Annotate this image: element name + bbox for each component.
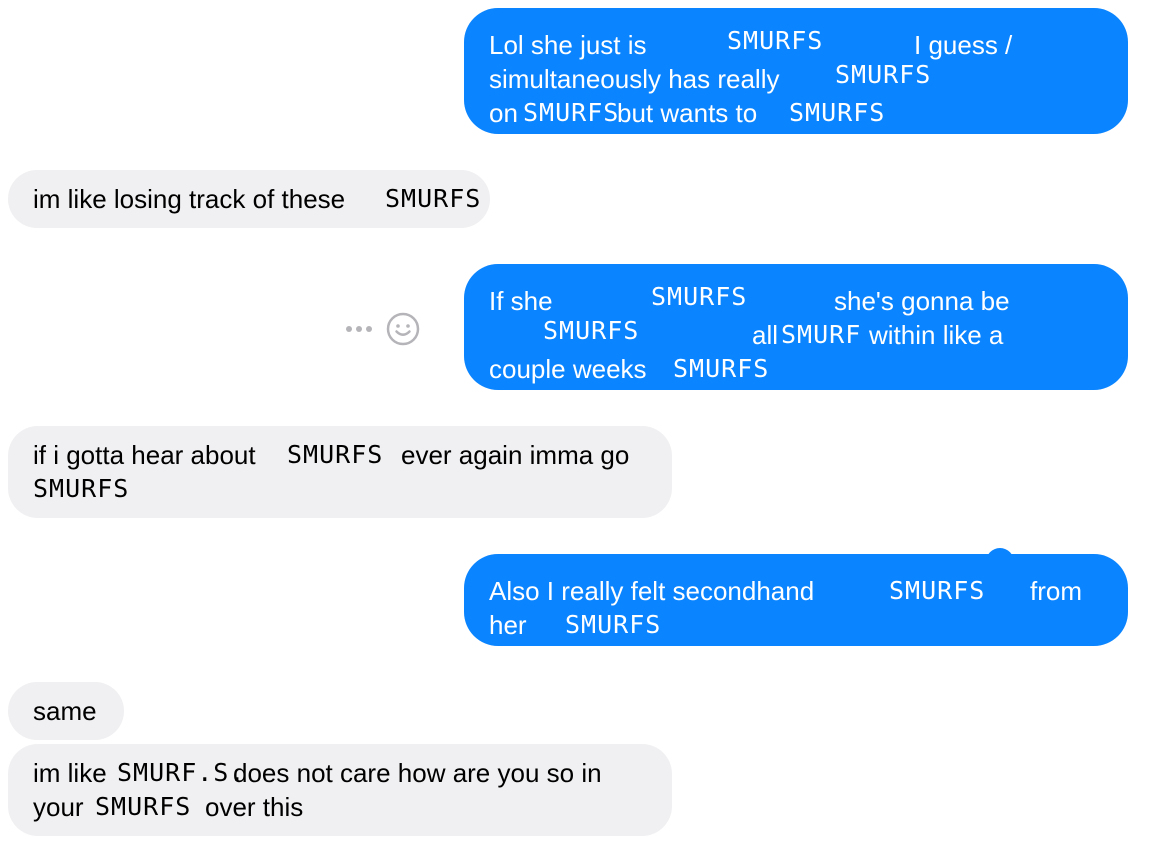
message-line: her SMURFS — [489, 608, 1103, 642]
redacted-word: SMURFS — [385, 184, 482, 213]
message-line: couple weeks SMURFS — [489, 352, 1103, 386]
message-line: Also I really felt secondhand SMURFS fro… — [489, 574, 1103, 608]
message-text: im like losing track of these — [33, 184, 346, 214]
message-line: Lol she just is SMURFS I guess / — [489, 26, 1103, 62]
message-actions — [346, 312, 420, 346]
message-bubble-received[interactable]: if i gotta hear about SMURFS ever again … — [8, 426, 672, 518]
message-bubble-received[interactable]: im like losing track of these SMURFS — [8, 170, 490, 228]
message-text: Also I really felt secondhand — [489, 576, 815, 606]
message-bubble-sent[interactable]: Also I really felt secondhand SMURFS fro… — [464, 554, 1128, 646]
message-line: im like SMURF.S. does not care how are y… — [33, 756, 647, 790]
redacted-word: SMURFS — [287, 440, 384, 469]
message-bubble-received[interactable]: same — [8, 682, 124, 740]
message-line: same — [33, 694, 99, 728]
redacted-word: SMURFS — [651, 282, 748, 311]
message-line: on SMURFS but wants to SMURFS — [489, 96, 1103, 130]
message-line: SMURFS — [33, 472, 647, 506]
message-text: over this — [205, 792, 304, 822]
message-line: if i gotta hear about SMURFS ever again … — [33, 438, 647, 472]
redacted-word: SMURFS — [673, 354, 770, 383]
redacted-word: SMURFS — [789, 98, 886, 127]
redacted-word: SMURFS — [565, 610, 662, 639]
message-text: couple weeks — [489, 354, 647, 384]
message-bubble-sent[interactable]: Lol she just is SMURFS I guess / simulta… — [464, 8, 1128, 134]
smiley-icon[interactable] — [386, 312, 420, 346]
message-text: but wants to — [617, 98, 758, 128]
redacted-word: SMURFS — [889, 576, 986, 605]
redacted-word: SMURFS — [835, 60, 932, 89]
message-line: SMURFS all SMURF within like a — [489, 316, 1103, 352]
message-text: Lol she just is — [489, 30, 647, 60]
message-line: your SMURFS over this — [33, 790, 647, 824]
redacted-word: SMURFS — [33, 474, 130, 503]
message-text: within like a — [869, 320, 1004, 350]
message-bubble-sent[interactable]: If she SMURFS she's gonna be SMURFS all … — [464, 264, 1128, 390]
redacted-word: SMURFS — [95, 792, 192, 821]
message-text: If she — [489, 286, 553, 316]
redacted-word: SMURFS — [523, 98, 620, 127]
message-text: does not care how are you so in — [233, 758, 602, 788]
redacted-word: SMURF.S. — [117, 758, 246, 787]
message-text: simultaneously has really — [489, 64, 780, 94]
more-dots-icon[interactable] — [346, 326, 372, 332]
message-text: ever again imma go — [401, 440, 630, 470]
message-text: on — [489, 98, 518, 128]
message-text: she's gonna be — [834, 286, 1010, 316]
message-text: if i gotta hear about — [33, 440, 256, 470]
message-text: im like — [33, 758, 107, 788]
message-text: I guess / — [914, 30, 1013, 60]
message-line: If she SMURFS she's gonna be — [489, 282, 1103, 318]
redacted-word: SMURF — [781, 320, 862, 349]
redacted-word: SMURFS — [727, 26, 824, 55]
message-text: from — [1030, 576, 1082, 606]
message-text: all — [752, 320, 779, 350]
message-bubble-received[interactable]: im like SMURF.S. does not care how are y… — [8, 744, 672, 836]
message-text: her — [489, 610, 527, 640]
redacted-word: SMURFS — [543, 316, 640, 345]
message-text: your — [33, 792, 84, 822]
message-line: im like losing track of these SMURFS — [33, 182, 480, 216]
message-text: same — [33, 696, 97, 726]
message-line: simultaneously has really SMURFS — [489, 60, 1103, 96]
